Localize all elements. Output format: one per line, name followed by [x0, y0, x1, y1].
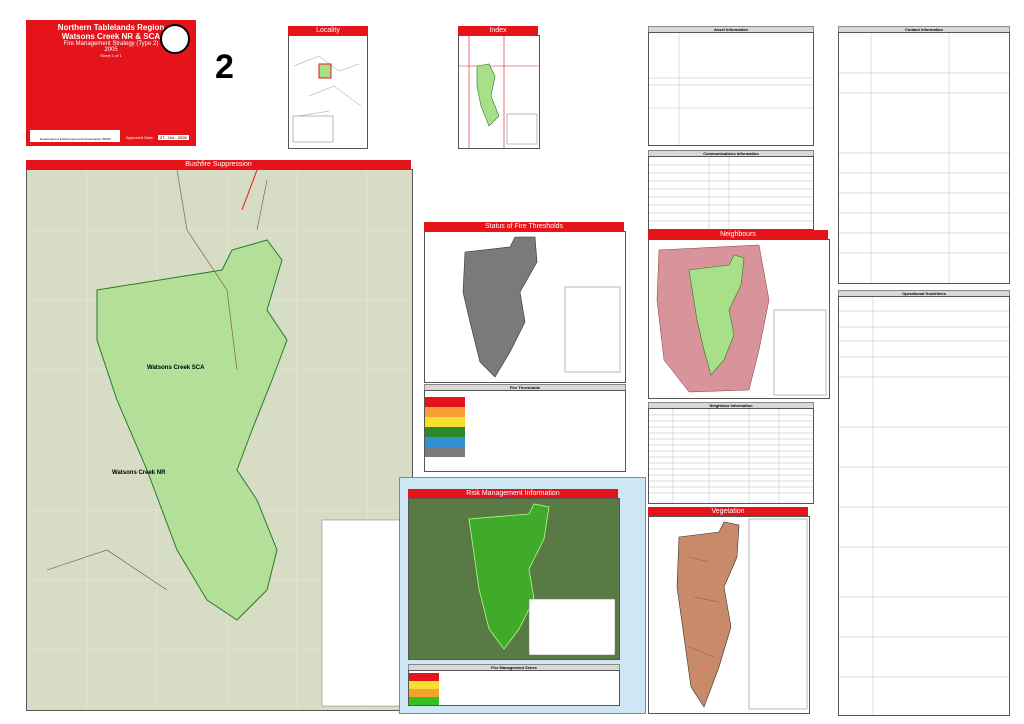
index-legend [506, 113, 538, 145]
bushfire-title: Bushfire Suppression [26, 160, 411, 169]
index-map [458, 35, 540, 149]
map-sheet: Northern Tablelands Region Watsons Creek… [10, 12, 1014, 716]
swatch-yellow [425, 417, 465, 427]
neighbours-map [648, 239, 830, 399]
asset-lines [649, 33, 813, 145]
thresholds-svg [462, 236, 621, 378]
vegetation-legend [748, 518, 808, 710]
locality-map [288, 35, 368, 149]
map-number: 2 [215, 48, 234, 86]
zone-rows [409, 673, 439, 705]
nr-label: Watsons Creek NR [112, 470, 166, 476]
vegetation-title: Vegetation [648, 507, 808, 516]
locality-svg [292, 55, 362, 143]
title-block: Northern Tablelands Region Watsons Creek… [26, 20, 196, 146]
threshold-polygon [462, 236, 538, 378]
vegetation-svg [676, 518, 808, 710]
bushfire-map: Watsons Creek SCA Watsons Creek NR [26, 169, 413, 711]
dept-name: Department of Environment and Conservati… [40, 137, 111, 141]
swatch-grey [425, 447, 465, 457]
contact-lines [839, 33, 1009, 283]
reserve-outline [476, 63, 500, 127]
contact-info-table [838, 32, 1010, 284]
risk-legend [528, 598, 616, 656]
sca-label: Watsons Creek SCA [147, 365, 205, 371]
comm-info-table [648, 156, 814, 230]
bushfire-svg [27, 170, 412, 710]
risk-title: Risk Management Information [408, 489, 618, 498]
threshold-rows [425, 397, 465, 457]
approved-date: 27 - Oct - 2005 [158, 135, 189, 140]
reserve-polygon [96, 239, 288, 621]
swatch-blue [425, 437, 465, 447]
bushfire-legend [321, 519, 409, 707]
swatch-red [425, 397, 465, 407]
neighbour-lines [649, 409, 813, 503]
road [241, 170, 258, 211]
locality-legend [292, 115, 334, 143]
neighbours-title: Neighbours [648, 230, 828, 239]
index-svg [459, 36, 539, 148]
thresholds-map [424, 231, 626, 383]
op-guidelines-table [838, 296, 1010, 716]
asset-info-table [648, 32, 814, 146]
mgmt-zones-table [408, 670, 620, 706]
comm-lines [649, 157, 813, 229]
vegetation-map [648, 516, 810, 714]
index-title: Index [458, 26, 538, 35]
vegetation-polygon [676, 521, 740, 708]
op-lines [839, 297, 1009, 715]
locality-title: Locality [288, 26, 368, 35]
approved-label: Approved Date: [126, 135, 154, 140]
neighbour-legend [773, 309, 827, 396]
reserve-locator [318, 63, 332, 79]
swatch-orange [425, 407, 465, 417]
neighbours-svg [656, 244, 827, 396]
risk-svg [409, 499, 619, 659]
nsw-logo [160, 24, 190, 54]
swatch-green [425, 427, 465, 437]
sheet-title: Sheet 1 of 1 [100, 53, 122, 58]
risk-map [408, 498, 620, 660]
fire-thresholds-table [424, 390, 626, 472]
threshold-legend [564, 286, 621, 373]
thresholds-title: Status of Fire Thresholds [424, 222, 624, 231]
neighbour-info-table [648, 408, 814, 504]
